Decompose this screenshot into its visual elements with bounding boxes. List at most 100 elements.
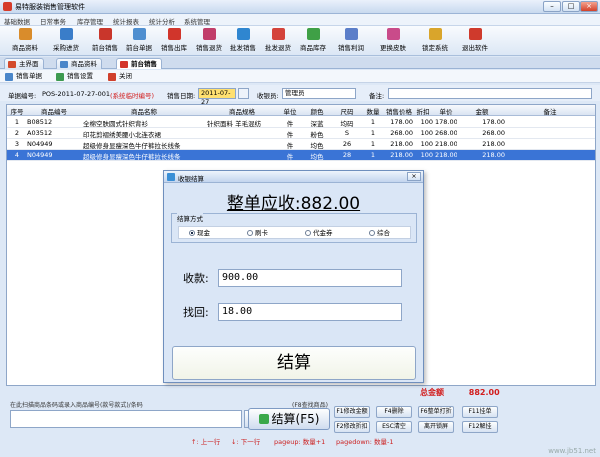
- remark-field[interactable]: [388, 88, 592, 99]
- table-row[interactable]: 4 N04949 超级修身显瘦深色牛仔裤拉长线条件均色 28 1 218.00 100 218…: [7, 150, 595, 161]
- barcode-input[interactable]: [10, 410, 242, 428]
- column-header[interactable]: 商品名称: [83, 106, 205, 116]
- table-cell: 粉色: [310, 131, 324, 139]
- close-window-button[interactable]: ×: [580, 1, 598, 12]
- function-key-button[interactable]: F2修改折扣: [334, 421, 370, 433]
- table-cell: 178.00: [390, 118, 413, 126]
- toolbar-button-8[interactable]: 商品库存: [297, 27, 329, 55]
- settle-button[interactable]: 结算: [172, 346, 416, 380]
- toolbar-button-3[interactable]: 前台单据: [123, 27, 155, 55]
- nav-down-hint: ↓: 下一行: [231, 438, 261, 446]
- column-header[interactable]: 折扣: [413, 106, 433, 116]
- window-title: 易特服装销售管理软件: [15, 3, 85, 11]
- payment-option-radio[interactable]: 综合: [369, 229, 390, 237]
- register-icon: [120, 61, 128, 68]
- close-tab-button[interactable]: 关闭: [108, 72, 132, 82]
- received-input[interactable]: 900.00: [218, 269, 402, 287]
- calendar-icon[interactable]: [238, 88, 249, 99]
- sale-date-field[interactable]: 2011-07-27: [198, 88, 236, 106]
- column-header[interactable]: 商品编号: [27, 106, 81, 116]
- scan-panel: 在此扫描商品条码或录入商品编号(款号款式)/条码 (F8查找商品) 结算(F5)…: [6, 398, 596, 448]
- table-cell: 218.00: [390, 140, 413, 148]
- column-header[interactable]: 颜色: [303, 106, 331, 116]
- close-icon: [108, 73, 116, 81]
- toolbar-button-5[interactable]: 销售退货: [193, 27, 225, 55]
- column-header[interactable]: 单位: [279, 106, 301, 116]
- menu-item-analysis[interactable]: 统计分析: [149, 16, 175, 26]
- payment-option-radio[interactable]: 代金券: [305, 229, 333, 237]
- cashier-field[interactable]: 管理员: [282, 88, 356, 99]
- toolbar-button-1[interactable]: 采购进货: [47, 27, 85, 55]
- menu-item-reports[interactable]: 统计报表: [113, 16, 139, 26]
- amount-due-heading: 整单应收:882.00: [226, 194, 361, 214]
- scan-hint: 在此扫描商品条码或录入商品编号(款号款式)/条码: [10, 402, 143, 409]
- table-cell: 深蓝: [310, 120, 324, 128]
- function-key-button[interactable]: F1修改金额: [334, 406, 370, 418]
- table-cell: 均色: [310, 153, 324, 161]
- column-header[interactable]: 备注: [507, 106, 593, 116]
- menu-item-daily[interactable]: 日常事务: [40, 16, 66, 26]
- table-cell: 件: [286, 131, 294, 139]
- payment-option-radio[interactable]: 现金: [189, 229, 210, 237]
- change-input[interactable]: 18.00: [218, 303, 402, 321]
- column-header[interactable]: 金额: [459, 106, 505, 116]
- payment-options: 现金 刷卡 代金券 综合: [178, 226, 411, 239]
- dialog-close-button[interactable]: ×: [407, 172, 421, 181]
- menu-item-inventory[interactable]: 库存管理: [77, 16, 103, 26]
- function-key-button[interactable]: F12解挂: [462, 421, 498, 433]
- table-cell: 超级修身显瘦深色牛仔裤拉长线条: [83, 153, 181, 161]
- order-no-note: (系统临时编号): [110, 92, 155, 100]
- table-cell: 268.00: [482, 129, 505, 137]
- toolbar-button-9[interactable]: 销售利润: [333, 27, 369, 55]
- toolbar-button-7[interactable]: 批发退货: [262, 27, 294, 55]
- toolbar-button-10[interactable]: 更换皮肤: [373, 27, 413, 55]
- radio-icon: [305, 230, 311, 236]
- function-key-button[interactable]: F4删除: [376, 406, 412, 418]
- function-key-button[interactable]: F6整单打折: [418, 406, 454, 418]
- table-cell: 件: [286, 153, 294, 161]
- table-cell: 针织面料 羊毛混纺: [207, 120, 262, 128]
- table-cell: 218.00: [390, 151, 413, 159]
- table-cell: 26: [342, 140, 352, 148]
- function-key-button[interactable]: 离开锁屏: [418, 421, 454, 433]
- column-header[interactable]: 序号: [9, 106, 25, 116]
- sales-documents-button[interactable]: 销售单据: [5, 72, 42, 82]
- table-cell: 268.00: [390, 129, 413, 137]
- table-cell: 1: [370, 118, 376, 126]
- table-row[interactable]: 1 B08512 全棉空肤圆式针织背衫 针织面料 羊毛混纺件深蓝 均码 1 178.00 10…: [7, 117, 595, 128]
- table-cell: 218.00: [482, 140, 505, 148]
- menu-item-system[interactable]: 系统管理: [184, 16, 210, 26]
- menu-item-basic-data[interactable]: 基础数据: [4, 16, 30, 26]
- payment-option-radio[interactable]: 刷卡: [247, 229, 268, 237]
- product-icon: [60, 61, 68, 68]
- table-row[interactable]: 2 A03512 印花剪褶绣美腰小北连衣裙件粉色 S 1 268.00 100 268.00 2…: [7, 128, 595, 139]
- pageup-hint: pageup: 数量+1: [274, 438, 326, 446]
- sales-settings-button[interactable]: 销售设置: [56, 72, 93, 82]
- column-header[interactable]: 单价: [435, 106, 457, 116]
- column-header[interactable]: 销售价格: [385, 106, 413, 116]
- tab-main[interactable]: 主界面: [4, 58, 44, 69]
- tab-products[interactable]: 商品资料: [56, 58, 102, 69]
- column-header[interactable]: 数量: [363, 106, 383, 116]
- table-row[interactable]: 3 N04949 超级修身显瘦深色牛仔裤拉长线条件均色 26 1 218.00 100 218…: [7, 139, 595, 150]
- table-cell: 28: [342, 151, 352, 159]
- nav-up-hint: ↑: 上一行: [191, 438, 221, 446]
- toolbar-button-11[interactable]: 锁定系统: [417, 27, 453, 55]
- stock-icon: [306, 28, 320, 40]
- toolbar-button-4[interactable]: 销售出库: [158, 27, 190, 55]
- column-header[interactable]: 尺码: [333, 106, 361, 116]
- tab-front-sales[interactable]: 前台销售: [116, 58, 162, 69]
- maximize-button[interactable]: □: [562, 1, 580, 12]
- order-no-label: 单据编号:: [8, 92, 37, 100]
- toolbar-button-6[interactable]: 批发销售: [227, 27, 259, 55]
- function-key-button[interactable]: ESC清空: [376, 421, 412, 433]
- wholesale-icon: [236, 28, 250, 40]
- toolbar-button-2[interactable]: 前台销售: [89, 27, 121, 55]
- toolbar-button-12[interactable]: 退出软件: [457, 27, 493, 55]
- toolbar-button-0[interactable]: 商品资料: [6, 27, 44, 55]
- function-key-button[interactable]: F11挂单: [462, 406, 498, 418]
- settle-f5-button[interactable]: 结算(F5): [248, 408, 330, 430]
- minimize-button[interactable]: –: [543, 1, 561, 12]
- column-header[interactable]: 商品规格: [207, 106, 277, 116]
- change-label: 找回:: [183, 306, 209, 319]
